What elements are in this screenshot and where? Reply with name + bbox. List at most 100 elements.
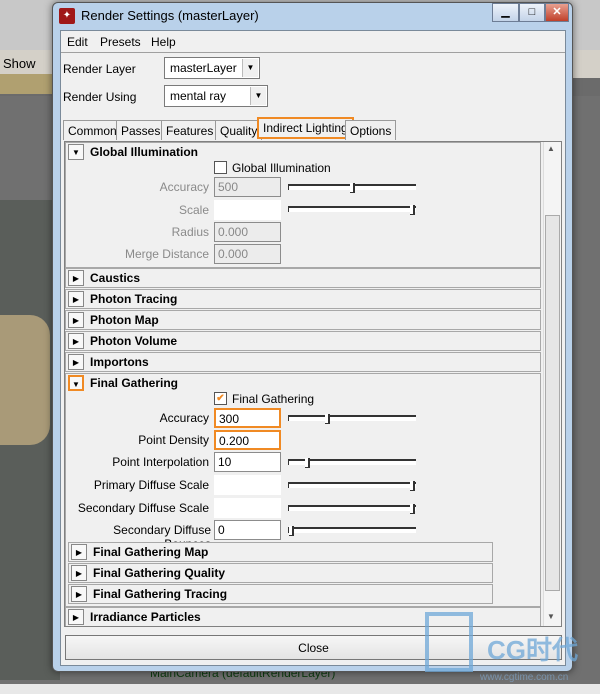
scene-object — [0, 315, 50, 445]
gi-accuracy-slider[interactable] — [288, 183, 416, 193]
watermark-text: CG时代 — [487, 635, 579, 665]
fg-accuracy-slider[interactable] — [288, 414, 416, 424]
expand-triangle-icon[interactable]: ▶ — [71, 586, 87, 602]
fg-secondary-diffuse-scale-field[interactable] — [214, 498, 281, 518]
menu-edit[interactable]: Edit — [67, 35, 88, 49]
maximize-button[interactable]: □ — [519, 3, 545, 22]
gi-radius-label: Radius — [171, 225, 209, 239]
final-gathering-checkbox[interactable]: ✔ — [214, 392, 227, 405]
slider-thumb[interactable] — [289, 526, 294, 536]
render-layer-dropdown[interactable]: masterLayer ▼ — [164, 57, 260, 79]
section-title: Final Gathering — [90, 376, 179, 390]
expand-triangle-icon[interactable]: ▶ — [68, 333, 84, 349]
fg-point-interpolation-label: Point Interpolation — [112, 455, 209, 469]
render-using-dropdown[interactable]: mental ray ▼ — [164, 85, 268, 107]
chevron-down-icon: ▼ — [250, 87, 266, 105]
watermark-url: www.cgtime.com.cn — [480, 672, 569, 683]
fg-point-density-label: Point Density — [138, 433, 209, 447]
chevron-down-icon: ▼ — [242, 59, 258, 77]
tab-passes[interactable]: Passes — [116, 120, 166, 140]
section-title: Photon Tracing — [90, 292, 178, 306]
fg-primary-diffuse-scale-field[interactable] — [214, 475, 281, 495]
section-title: Caustics — [90, 271, 141, 285]
menu-bar: Edit Presets Help — [61, 31, 565, 53]
fg-secondary-diffuse-bounces-field[interactable]: 0 — [214, 520, 281, 540]
collapse-triangle-icon[interactable]: ▼ — [68, 375, 84, 391]
menu-help[interactable]: Help — [151, 35, 176, 49]
slider-thumb[interactable] — [410, 205, 415, 215]
window-content: Edit Presets Help Render Layer masterLay… — [60, 30, 566, 666]
section-title: Importons — [90, 355, 149, 369]
close-window-button[interactable]: ✕ — [545, 3, 569, 22]
global-illumination-checkbox-label: Global Illumination — [232, 161, 331, 175]
fg-accuracy-label: Accuracy — [159, 411, 209, 425]
gi-scale-slider[interactable] — [288, 205, 416, 215]
global-illumination-checkbox[interactable] — [214, 161, 227, 174]
section-title: Final Gathering Map — [93, 545, 209, 559]
tab-indirect-lighting[interactable]: Indirect Lighting — [257, 117, 354, 139]
slider-thumb[interactable] — [349, 183, 355, 193]
window-title: Render Settings (masterLayer) — [81, 8, 259, 23]
section-photon-map[interactable]: ▶ Photon Map — [65, 310, 541, 330]
section-title: Final Gathering Quality — [93, 566, 226, 580]
render-layer-label: Render Layer — [63, 62, 136, 76]
section-final-gathering-tracing[interactable]: ▶ Final Gathering Tracing — [68, 584, 493, 604]
tab-common[interactable]: Common — [63, 120, 122, 140]
section-importons[interactable]: ▶ Importons — [65, 352, 541, 372]
section-photon-volume[interactable]: ▶ Photon Volume — [65, 331, 541, 351]
gi-merge-distance-label: Merge Distance — [124, 247, 209, 261]
fg-point-interpolation-field[interactable]: 10 — [214, 452, 281, 472]
show-menu[interactable]: Show — [3, 56, 36, 71]
watermark: CG时代 www.cgtime.com.cn — [425, 612, 600, 692]
fg-primary-diffuse-scale-slider[interactable] — [288, 481, 416, 491]
collapse-triangle-icon[interactable]: ▼ — [68, 144, 84, 160]
section-title: Photon Volume — [90, 334, 178, 348]
fg-secondary-diffuse-bounces-slider[interactable] — [288, 526, 416, 536]
render-using-value: mental ray — [170, 89, 227, 103]
section-final-gathering-quality[interactable]: ▶ Final Gathering Quality — [68, 563, 493, 583]
section-photon-tracing[interactable]: ▶ Photon Tracing — [65, 289, 541, 309]
gi-accuracy-label: Accuracy — [159, 180, 209, 194]
render-using-label: Render Using — [63, 90, 137, 104]
fg-primary-diffuse-scale-label: Primary Diffuse Scale — [93, 478, 209, 492]
fg-accuracy-field[interactable]: 300 — [214, 408, 281, 428]
section-final-gathering-map[interactable]: ▶ Final Gathering Map — [68, 542, 493, 562]
tab-options[interactable]: Options — [345, 120, 397, 140]
gi-radius-field[interactable]: 0.000 — [214, 222, 281, 242]
slider-thumb[interactable] — [410, 481, 415, 491]
expand-triangle-icon[interactable]: ▶ — [71, 544, 87, 560]
expand-triangle-icon[interactable]: ▶ — [68, 270, 84, 286]
expand-triangle-icon[interactable]: ▶ — [68, 312, 84, 328]
slider-thumb[interactable] — [325, 414, 331, 424]
tab-features[interactable]: Features — [161, 120, 219, 140]
settings-scroll-panel: ▲ ▼ ▼ Global Illumination Global Illumin… — [64, 141, 562, 627]
expand-triangle-icon[interactable]: ▶ — [68, 291, 84, 307]
expand-triangle-icon[interactable]: ▶ — [68, 354, 84, 370]
render-layer-value: masterLayer — [170, 61, 237, 75]
maya-toolbar-icons — [0, 74, 60, 94]
gi-merge-distance-field[interactable]: 0.000 — [214, 244, 281, 264]
gi-accuracy-field[interactable]: 500 — [214, 177, 281, 197]
gi-scale-label: Scale — [178, 203, 209, 217]
fg-point-interpolation-slider[interactable] — [288, 458, 416, 468]
scroll-up-icon[interactable]: ▲ — [547, 144, 555, 153]
vertical-scrollbar[interactable]: ▲ ▼ — [543, 142, 561, 626]
expand-triangle-icon[interactable]: ▶ — [68, 609, 84, 625]
fg-secondary-diffuse-scale-slider[interactable] — [288, 504, 416, 514]
section-title: Irradiance Particles — [90, 610, 201, 624]
scrollbar-thumb[interactable] — [545, 215, 560, 591]
fg-secondary-diffuse-scale-label: Secondary Diffuse Scale — [77, 501, 209, 515]
render-settings-window: ✦ Render Settings (masterLayer) ▁ □ ✕ Ed… — [52, 2, 573, 672]
slider-thumb[interactable] — [410, 504, 415, 514]
minimize-button[interactable]: ▁ — [492, 3, 519, 22]
menu-presets[interactable]: Presets — [100, 35, 141, 49]
gi-scale-field[interactable] — [214, 200, 281, 220]
expand-triangle-icon[interactable]: ▶ — [71, 565, 87, 581]
section-title: Photon Map — [90, 313, 159, 327]
tab-quality[interactable]: Quality — [215, 120, 263, 140]
final-gathering-checkbox-label: Final Gathering — [232, 392, 315, 406]
fg-point-density-field[interactable]: 0.200 — [214, 430, 281, 450]
section-caustics[interactable]: ▶ Caustics — [65, 268, 541, 288]
slider-thumb[interactable] — [304, 458, 310, 468]
section-title: Final Gathering Tracing — [93, 587, 228, 601]
